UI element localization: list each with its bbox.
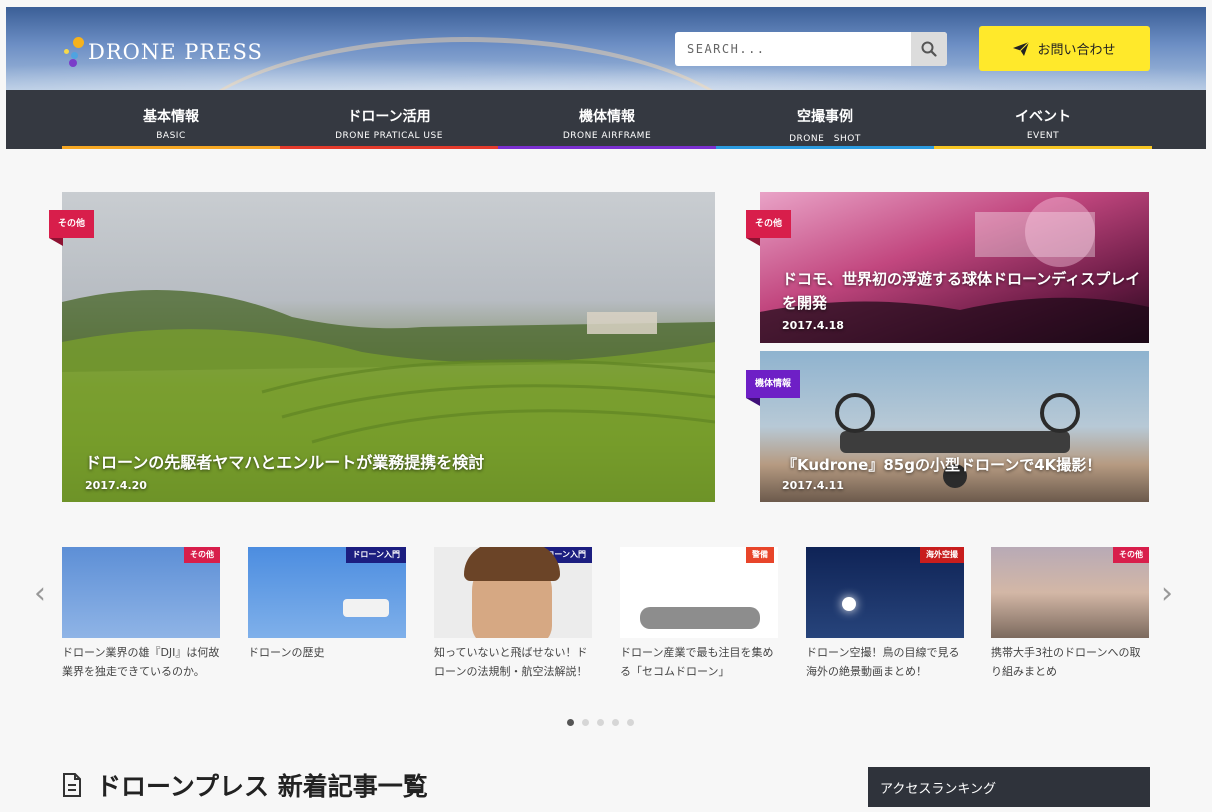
magnifier-icon xyxy=(921,41,937,57)
nav-label-jp: イベント xyxy=(1015,109,1071,125)
nav-label-en: BASIC xyxy=(156,131,186,141)
carousel-image: ドローン入門 xyxy=(248,547,406,638)
category-tag[interactable]: その他 xyxy=(49,210,95,246)
carousel-tag: その他 xyxy=(1113,547,1149,563)
nav-label-en: DRONE SHOT xyxy=(789,134,861,144)
section-title: ドローンプレス 新着記事一覧 xyxy=(96,772,428,801)
logo-dots-icon xyxy=(62,37,88,67)
carousel-title[interactable]: ドローンの歴史 xyxy=(248,643,406,662)
carousel-image: その他 xyxy=(62,547,220,638)
chevron-right-icon[interactable]: › xyxy=(1161,576,1173,611)
nav-label-en: DRONE AIRFRAME xyxy=(562,131,652,141)
carousel-tag: ドローン入門 xyxy=(346,547,406,563)
contact-button[interactable]: お問い合わせ xyxy=(979,26,1150,71)
main-nav: 基本情報 BASIC ドローン活用 DRONE PRATICAL USE 機体情… xyxy=(6,90,1206,149)
nav-underline xyxy=(716,146,934,149)
pagination-dot[interactable] xyxy=(582,719,589,726)
nav-underline xyxy=(498,146,716,149)
site-logo[interactable]: DRONE PRESS xyxy=(62,37,263,67)
nav-label-jp: 基本情報 xyxy=(143,109,199,125)
carousel-item[interactable]: その他 携帯大手3社のドローンへの取り組みまとめ xyxy=(991,547,1149,681)
ranking-title: アクセスランキング xyxy=(880,782,996,797)
carousel-image: 警備 xyxy=(620,547,778,638)
featured-side-title[interactable]: 『Kudrone』85gの小型ドローンで4K撮影！ xyxy=(782,454,1101,475)
carousel-title[interactable]: 知っていないと飛ばせない！ドローンの法規制・航空法解説！ xyxy=(434,643,592,681)
category-tag[interactable]: その他 xyxy=(746,210,792,246)
nav-item-airframe[interactable]: 機体情報 DRONE AIRFRAME xyxy=(498,90,716,149)
search-button[interactable] xyxy=(911,32,947,66)
carousel-item[interactable]: 海外空撮 ドローン空撮！鳥の目線で見る海外の絶景動画まとめ！ xyxy=(806,547,964,681)
pagination-dot[interactable] xyxy=(627,719,634,726)
featured-main-date: 2017.4.20 xyxy=(85,479,147,492)
nav-label-en: DRONE PRATICAL USE xyxy=(335,131,443,141)
contact-label: お問い合わせ xyxy=(1037,43,1116,58)
carousel-title[interactable]: ドローン業界の雄『DJI』は何故業界を独走できているのか。 xyxy=(62,643,220,681)
carousel-image: 海外空撮 xyxy=(806,547,964,638)
carousel-item[interactable]: その他 ドローン業界の雄『DJI』は何故業界を独走できているのか。 xyxy=(62,547,220,681)
carousel-item[interactable]: ドローン入門 知っていないと飛ばせない！ドローンの法規制・航空法解説！ xyxy=(434,547,592,681)
pagination-dot[interactable] xyxy=(597,719,604,726)
nav-item-shot[interactable]: 空撮事例 DRONE SHOT xyxy=(716,90,934,149)
featured-side-title[interactable]: ドコモ、世界初の浮遊する球体ドローンディスプレイを開発 xyxy=(782,267,1142,315)
carousel-item[interactable]: ドローン入門 ドローンの歴史 xyxy=(248,547,406,662)
nav-underline xyxy=(62,146,280,149)
site-header: DRONE PRESS お問い合わせ xyxy=(6,7,1206,90)
pagination-dot[interactable] xyxy=(567,719,574,726)
carousel-title[interactable]: 携帯大手3社のドローンへの取り組みまとめ xyxy=(991,643,1149,681)
logo-text: DRONE PRESS xyxy=(88,40,263,64)
nav-label-jp: ドローン活用 xyxy=(347,109,431,125)
nav-underline xyxy=(280,146,498,149)
category-tag[interactable]: 機体情報 xyxy=(746,370,801,406)
search-box xyxy=(675,32,947,66)
nav-item-basic[interactable]: 基本情報 BASIC xyxy=(62,90,280,149)
carousel-item[interactable]: 警備 ドローン産業で最も注目を集める「セコムドローン」 xyxy=(620,547,778,681)
carousel-image: ドローン入門 xyxy=(434,547,592,638)
document-icon xyxy=(63,773,81,797)
featured-side-card[interactable]: ドコモ、世界初の浮遊する球体ドローンディスプレイを開発 2017.4.18 xyxy=(760,192,1149,343)
nav-item-practical-use[interactable]: ドローン活用 DRONE PRATICAL USE xyxy=(280,90,498,149)
carousel-pagination xyxy=(567,719,634,726)
featured-side-card[interactable]: 『Kudrone』85gの小型ドローンで4K撮影！ 2017.4.11 xyxy=(760,351,1149,502)
nav-label-jp: 機体情報 xyxy=(579,109,635,125)
carousel-tag: 警備 xyxy=(746,547,774,563)
featured-main-card[interactable]: ドローンの先駆者ヤマハとエンルートが業務提携を検討 2017.4.20 xyxy=(62,192,715,502)
carousel-title[interactable]: ドローン空撮！鳥の目線で見る海外の絶景動画まとめ！ xyxy=(806,643,964,681)
search-input[interactable] xyxy=(675,32,911,66)
pagination-dot[interactable] xyxy=(612,719,619,726)
nav-label-jp: 空撮事例 xyxy=(797,109,853,125)
carousel-tag: その他 xyxy=(184,547,220,563)
featured-main-title[interactable]: ドローンの先駆者ヤマハとエンルートが業務提携を検討 xyxy=(85,449,484,473)
nav-underline xyxy=(934,146,1152,149)
nav-label-en: EVENT xyxy=(1026,131,1060,141)
access-ranking-header: アクセスランキング xyxy=(868,767,1150,807)
carousel-tag: 海外空撮 xyxy=(920,547,964,563)
featured-side-date: 2017.4.11 xyxy=(782,479,844,492)
carousel-image: その他 xyxy=(991,547,1149,638)
chevron-left-icon[interactable]: ‹ xyxy=(34,576,46,611)
nav-item-event[interactable]: イベント EVENT xyxy=(934,90,1152,149)
featured-side-date: 2017.4.18 xyxy=(782,319,844,332)
carousel-title[interactable]: ドローン産業で最も注目を集める「セコムドローン」 xyxy=(620,643,778,681)
section-heading: ドローンプレス 新着記事一覧 xyxy=(62,767,428,803)
paper-plane-icon xyxy=(1013,41,1030,56)
